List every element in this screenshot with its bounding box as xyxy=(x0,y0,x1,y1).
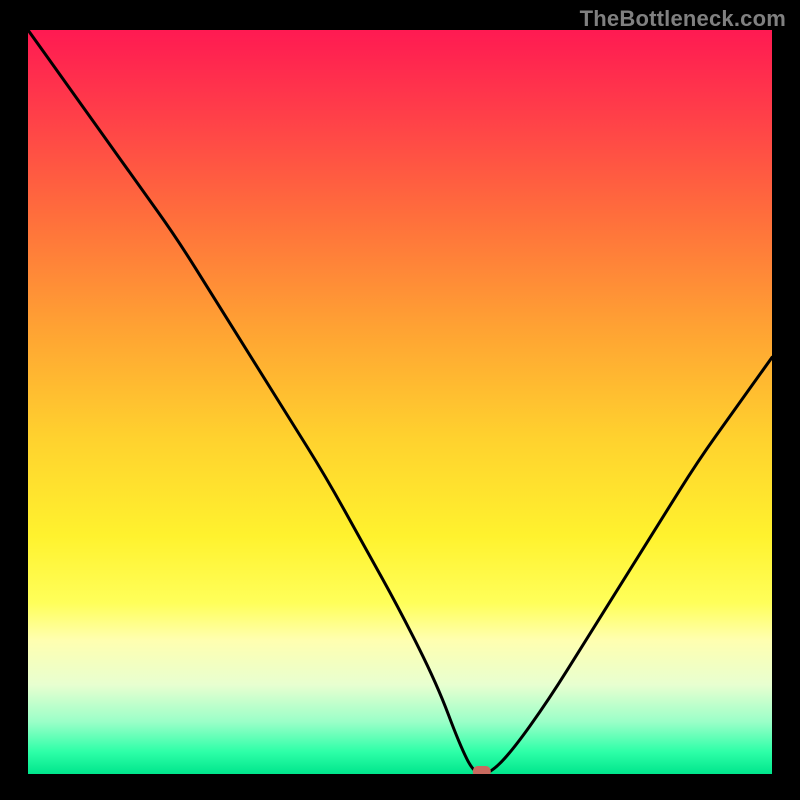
chart-container: TheBottleneck.com xyxy=(0,0,800,800)
bottleneck-curve xyxy=(28,30,772,774)
chart-svg xyxy=(28,30,772,774)
optimum-marker xyxy=(473,766,491,774)
watermark-text: TheBottleneck.com xyxy=(580,6,786,32)
plot-area xyxy=(28,30,772,774)
